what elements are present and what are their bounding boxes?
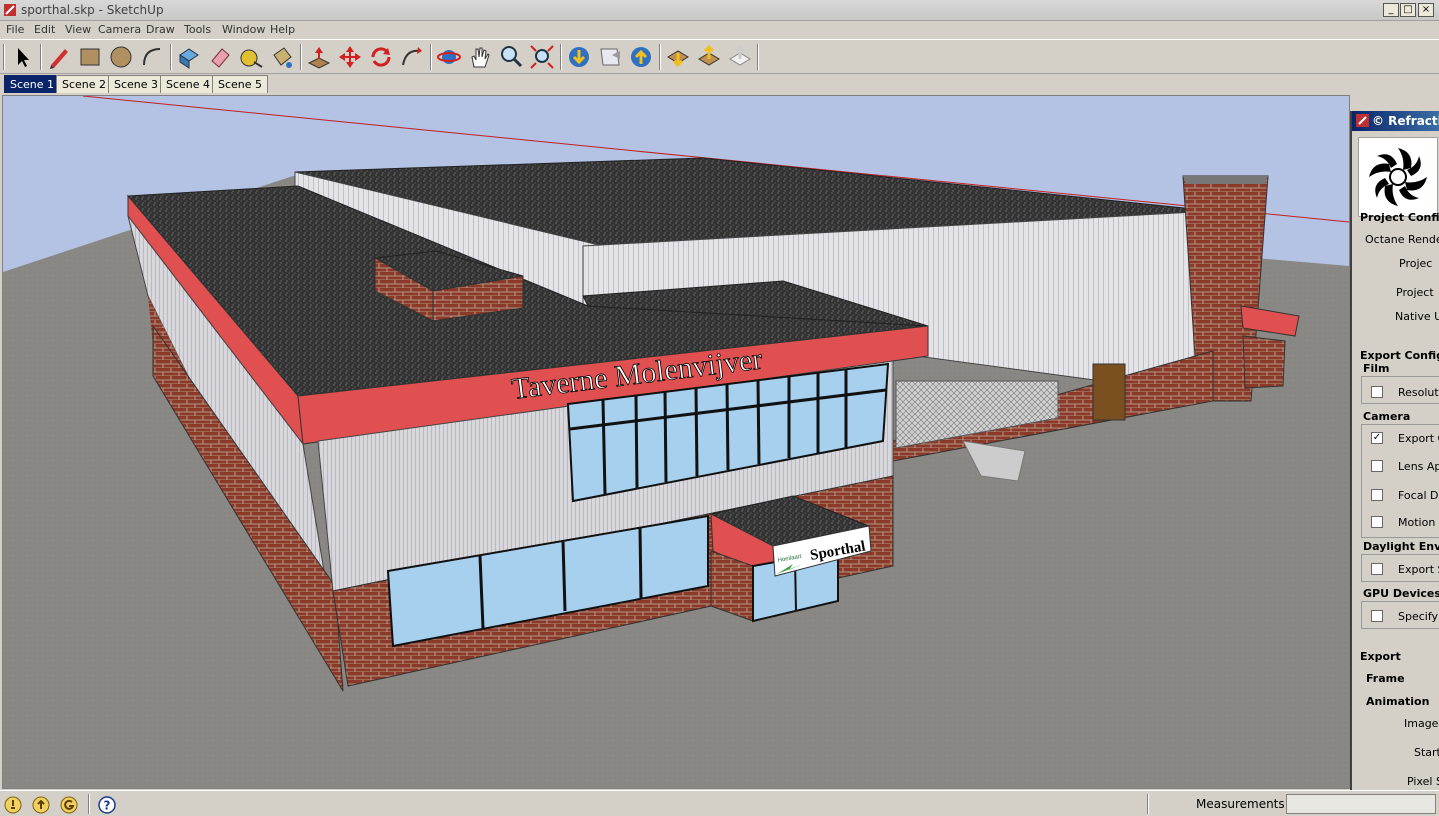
tab-scene-1[interactable]: Scene 1 [4,75,61,93]
toolbar-separator [659,44,661,70]
resolution-label: Resolutio [1398,386,1439,399]
motion-blur-checkbox[interactable] [1371,516,1383,528]
panel-title: © Refractive [1372,114,1439,128]
export-sun-checkbox[interactable] [1371,563,1383,575]
upload-icon[interactable] [627,43,655,71]
paint-bucket-icon[interactable] [268,43,296,71]
daylight-environment-heading: Daylight Envir [1363,540,1439,553]
export-icon[interactable] [695,43,723,71]
focal-depth-label: Focal Dep [1398,489,1439,502]
toolbar-separator [300,44,302,70]
specify-gpu-label: Specify G [1398,610,1439,623]
native-units-label: Native Ur [1395,310,1439,323]
octane-logo-icon [1358,137,1438,217]
panel-title-bar: © Refractive [1352,111,1439,131]
eraser-icon[interactable] [206,43,234,71]
image-label: Image C [1404,717,1439,730]
pan-icon[interactable] [466,43,494,71]
export-sun-label: Export Sc [1398,563,1439,576]
google-sign-in-icon[interactable] [60,796,78,814]
help-glyph: ? [104,799,111,813]
sketchup-app-icon [4,4,16,16]
arc-icon[interactable] [138,43,166,71]
refractive-plugin-panel: © Refractive Project Configu Octane Rend… [1350,111,1439,806]
status-bar: ? Measurements [0,790,1439,816]
lens-aperture-checkbox[interactable] [1371,460,1383,472]
tab-scene-5[interactable]: Scene 5 [212,75,269,93]
help-icon[interactable]: ? [98,796,116,814]
share-model-icon[interactable] [596,43,624,71]
import-icon[interactable] [664,43,692,71]
toolbar-separator [757,44,759,70]
toolbar-separator [170,44,172,70]
motion-blur-label: Motion Bl [1398,516,1439,529]
menu-edit[interactable]: Edit [34,23,55,36]
geo-location-icon[interactable] [4,796,22,814]
menu-view[interactable]: View [65,23,91,36]
zoom-extents-icon[interactable] [528,43,556,71]
export-heading: Export [1360,650,1401,663]
gpu-devices-heading: GPU Devices [1363,587,1439,600]
menu-window[interactable]: Window [222,23,265,36]
zoom-icon[interactable] [497,43,525,71]
menu-tools[interactable]: Tools [184,23,211,36]
lens-aperture-label: Lens Ape [1398,460,1439,473]
menu-draw[interactable]: Draw [146,23,175,36]
toolbar-separator [430,44,432,70]
project-label-1: Projec [1399,257,1433,270]
minimize-button[interactable]: _ [1383,3,1399,17]
circle-icon[interactable] [107,43,135,71]
select-icon[interactable] [8,43,36,71]
pencil-icon[interactable] [45,43,73,71]
tab-scene-2[interactable]: Scene 2 [56,75,113,93]
export-configuration-heading: Export Configu [1360,349,1439,362]
push-pull-icon[interactable] [305,43,333,71]
frame-tab[interactable]: Frame [1366,672,1405,685]
toolbar-separator [560,44,562,70]
model-viewport[interactable]: Taverne Molenvijver Hoeilaart Sporthal [2,95,1350,789]
project-configuration-heading: Project Configu [1360,211,1439,224]
measurements-input[interactable] [1286,794,1436,814]
menu-bar: File Edit View Camera Draw Tools Window … [0,21,1439,39]
orbit-icon[interactable] [435,43,463,71]
get-models-icon[interactable] [565,43,593,71]
status-separator [1147,794,1149,814]
toolbar-separator [40,44,42,70]
tab-scene-3[interactable]: Scene 3 [108,75,165,93]
credits-icon[interactable] [32,796,50,814]
maximize-button[interactable]: □ [1400,3,1416,17]
project-label-2: Project [1396,286,1434,299]
toolbar-grip [3,44,5,70]
menu-camera[interactable]: Camera [98,23,141,36]
window-title: sporthal.skp - SketchUp [21,3,164,17]
pixel-samples-label: Pixel Sa [1407,775,1439,788]
rectangle-icon[interactable] [76,43,104,71]
scene-tabs: Scene 1 Scene 2 Scene 3 Scene 4 Scene 5 [0,74,1439,94]
menu-file[interactable]: File [6,23,24,36]
status-separator [88,794,90,814]
camera-heading: Camera [1363,410,1411,423]
resolution-checkbox[interactable] [1371,386,1383,398]
title-bar: sporthal.skp - SketchUp _ □ × [0,0,1439,21]
main-toolbar [0,39,1439,74]
move-icon[interactable] [336,43,364,71]
export-camera-label: Export C [1398,432,1439,445]
send-icon[interactable] [726,43,754,71]
animation-tab[interactable]: Animation [1366,695,1429,708]
tab-scene-4[interactable]: Scene 4 [160,75,217,93]
menu-help[interactable]: Help [270,23,295,36]
rotate-icon[interactable] [367,43,395,71]
make-component-icon[interactable] [175,43,203,71]
octane-render-label: Octane Render [1365,233,1439,246]
focal-depth-checkbox[interactable] [1371,489,1383,501]
measurements-label: Measurements [1196,797,1285,811]
specify-gpu-checkbox[interactable] [1371,610,1383,622]
start-label: Start [1414,746,1439,759]
film-heading: Film [1363,362,1390,375]
close-button[interactable]: × [1418,3,1434,17]
sketchup-app-icon [1356,114,1369,127]
tape-measure-icon[interactable] [237,43,265,71]
follow-me-icon[interactable] [398,43,426,71]
export-camera-checkbox[interactable]: ✓ [1371,432,1383,444]
